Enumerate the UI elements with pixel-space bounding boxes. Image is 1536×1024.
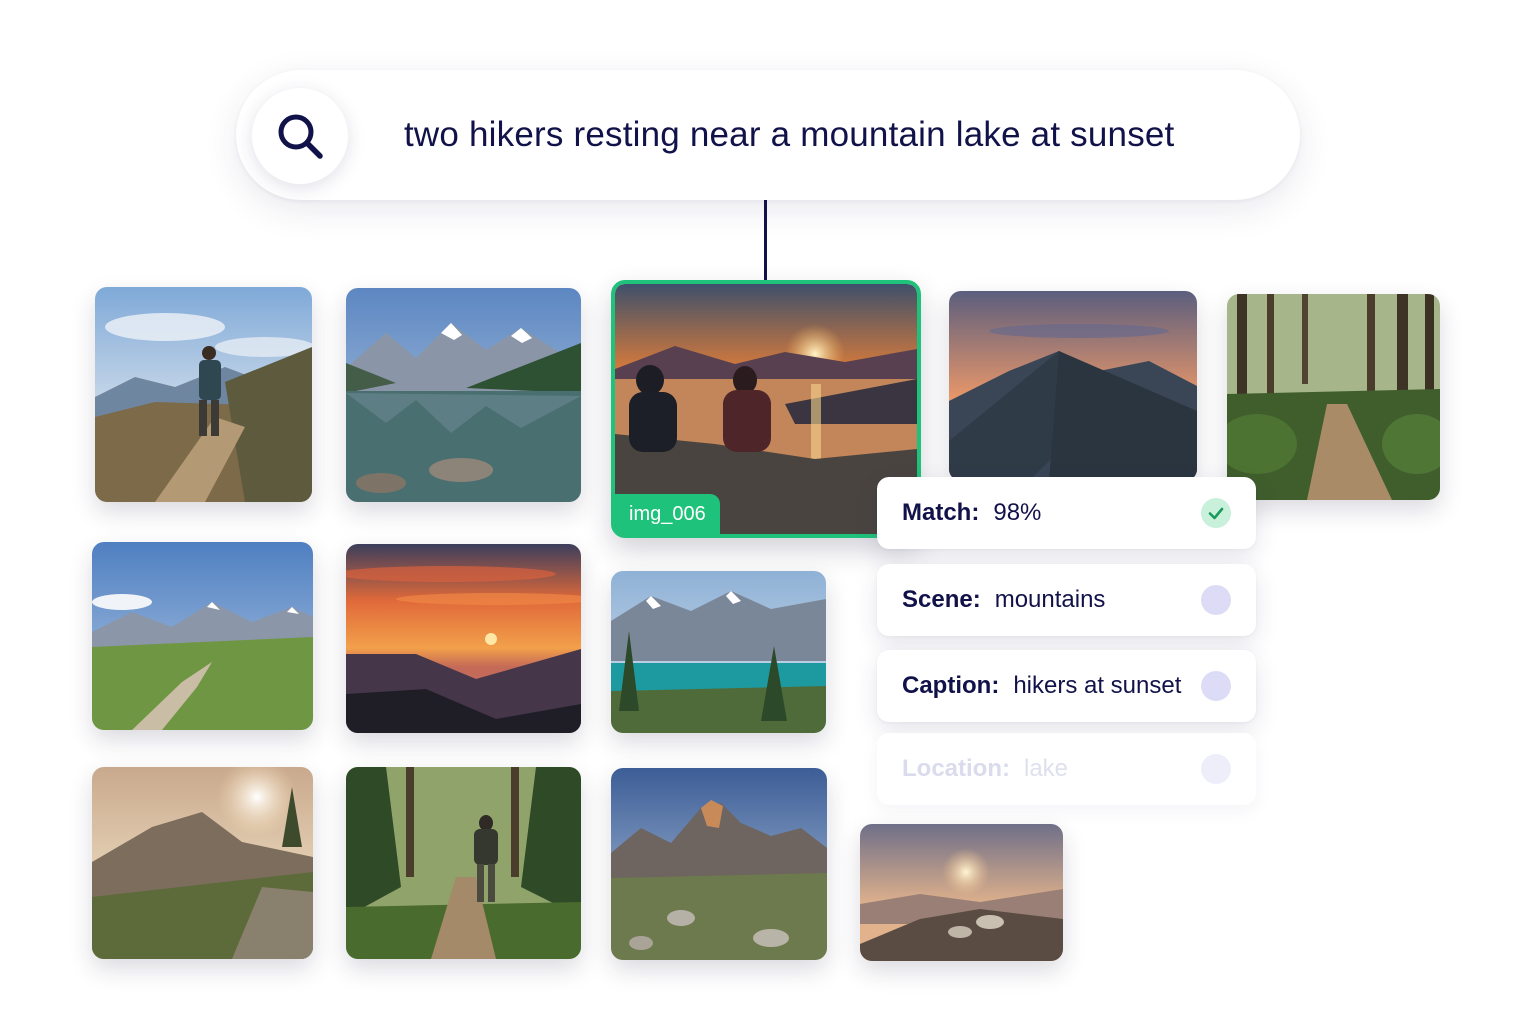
check-icon <box>1201 498 1231 528</box>
scene-tag-card: Scene: mountains <box>877 564 1256 636</box>
location-value: lake <box>1024 755 1069 782</box>
caption-value: hikers at sunset <box>1013 672 1182 699</box>
scene-value: mountains <box>994 586 1106 613</box>
result-thumbnail-ridge-dusk[interactable] <box>949 291 1197 481</box>
result-thumbnail-mountain-sunrise[interactable] <box>92 767 313 959</box>
search-input[interactable]: two hikers resting near a mountain lake … <box>404 70 1260 200</box>
result-thumbnail-selected[interactable]: img_006 <box>611 280 921 538</box>
scene-label: Scene: <box>902 586 981 613</box>
result-thumbnail-forest-trail[interactable] <box>1227 294 1440 500</box>
image-id-tag: img_006 <box>615 494 720 534</box>
status-dot-icon <box>1201 754 1231 784</box>
search-icon <box>278 114 323 159</box>
match-value: 98% <box>993 499 1042 526</box>
connector-line <box>764 200 767 280</box>
result-thumbnail-hiker-trail[interactable] <box>95 287 312 502</box>
location-label: Location: <box>902 755 1010 782</box>
result-thumbnail-turquoise-lake[interactable] <box>611 571 826 733</box>
location-tag-card: Location: lake <box>877 733 1256 805</box>
result-thumbnail-sunset-mountains[interactable] <box>346 544 581 733</box>
result-thumbnail-mountain-lake[interactable] <box>346 288 581 502</box>
result-thumbnail-rocky-valley[interactable] <box>611 768 827 960</box>
result-thumbnail-hazy-sunset[interactable] <box>860 824 1063 961</box>
match-score-card: Match: 98% <box>877 477 1256 549</box>
search-bar[interactable]: two hikers resting near a mountain lake … <box>236 70 1300 200</box>
caption-tag-card: Caption: hikers at sunset <box>877 650 1256 722</box>
status-dot-icon <box>1201 585 1231 615</box>
status-dot-icon <box>1201 671 1231 701</box>
search-button[interactable] <box>252 88 348 184</box>
result-thumbnail-alpine-meadow[interactable] <box>92 542 313 730</box>
match-label: Match: <box>902 499 980 526</box>
result-thumbnail-hiker-forest[interactable] <box>346 767 581 959</box>
caption-label: Caption: <box>902 672 1000 699</box>
